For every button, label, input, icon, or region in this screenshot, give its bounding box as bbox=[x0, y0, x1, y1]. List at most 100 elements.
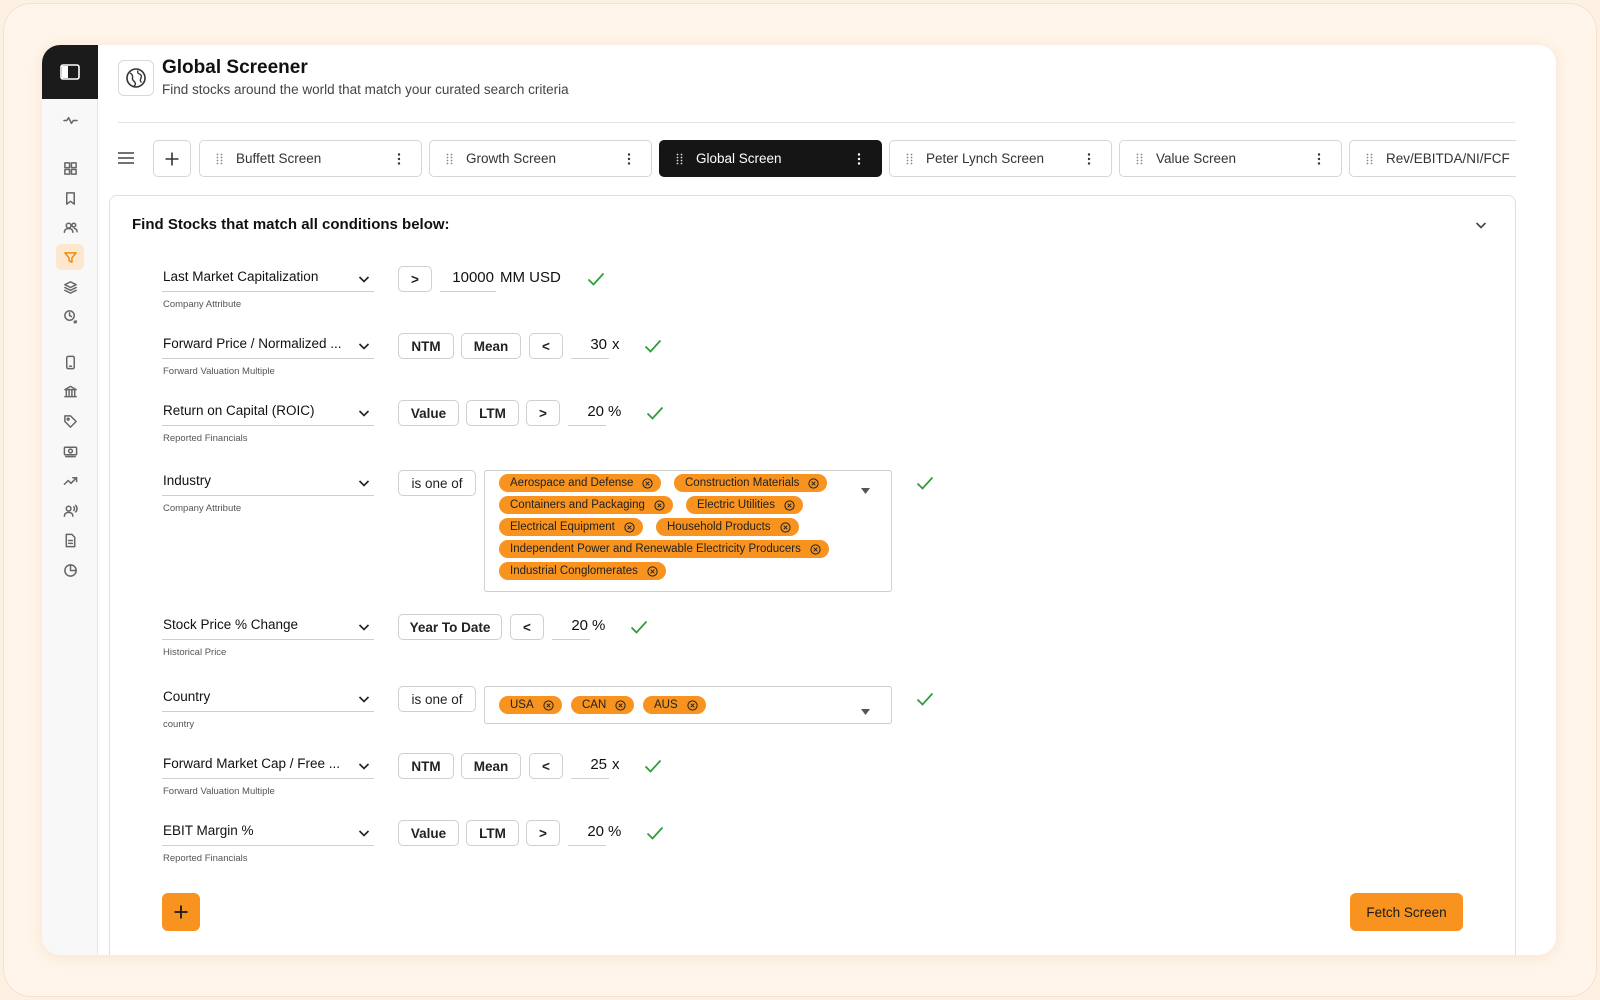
dropdown-caret-icon[interactable] bbox=[861, 481, 870, 494]
sidebar-item-tags[interactable] bbox=[56, 408, 84, 434]
drag-handle-icon[interactable] bbox=[906, 153, 914, 165]
tab-screen[interactable]: Peter Lynch Screen bbox=[889, 140, 1112, 177]
drag-handle-icon[interactable] bbox=[216, 153, 224, 165]
sidebar-item-screener[interactable] bbox=[56, 244, 84, 270]
field-select[interactable]: Industry bbox=[162, 470, 374, 496]
value-input[interactable]: 20 bbox=[568, 400, 606, 426]
stat-select[interactable]: Mean bbox=[461, 753, 521, 779]
field-select[interactable]: Last Market Capitalization bbox=[162, 266, 374, 292]
operator-select[interactable]: > bbox=[526, 820, 560, 846]
remove-chip-icon[interactable] bbox=[779, 521, 791, 533]
operator-select[interactable]: is one of bbox=[398, 470, 476, 496]
remove-chip-icon[interactable] bbox=[624, 521, 635, 533]
selected-chip[interactable]: CAN bbox=[571, 696, 635, 714]
operator-select[interactable]: < bbox=[529, 753, 563, 779]
selected-chip[interactable]: Electric Utilities bbox=[686, 496, 803, 514]
value-unit: % bbox=[608, 403, 622, 420]
remove-chip-icon[interactable] bbox=[654, 499, 665, 511]
sidebar-item-bookmarks[interactable] bbox=[56, 185, 84, 211]
value-input[interactable]: 25 bbox=[571, 753, 609, 779]
stat-select[interactable]: Value bbox=[398, 400, 459, 426]
sidebar-toggle-button[interactable] bbox=[42, 45, 98, 99]
chevron-down-icon bbox=[358, 343, 370, 350]
remove-chip-icon[interactable] bbox=[642, 477, 653, 489]
remove-chip-icon[interactable] bbox=[784, 499, 795, 511]
tab-screen[interactable]: Rev/EBITDA/NI/FCF bbox=[1349, 140, 1516, 177]
operator-select[interactable]: < bbox=[529, 333, 563, 359]
tabs-menu-button[interactable] bbox=[116, 148, 136, 168]
period-select[interactable]: Year To Date bbox=[398, 614, 502, 640]
period-select[interactable]: NTM bbox=[398, 753, 454, 779]
field-select[interactable]: Forward Price / Normalized ... bbox=[162, 333, 374, 359]
page-title: Global Screener bbox=[162, 57, 308, 78]
sidebar-item-history[interactable] bbox=[56, 303, 84, 329]
field-category: Forward Valuation Multiple bbox=[163, 786, 275, 797]
field-select[interactable]: Forward Market Cap / Free ... bbox=[162, 753, 374, 779]
selected-chip[interactable]: Independent Power and Renewable Electric… bbox=[499, 540, 829, 558]
sidebar-item-activity[interactable] bbox=[56, 107, 84, 133]
selected-chip[interactable]: USA bbox=[499, 696, 562, 714]
sidebar-item-layers[interactable] bbox=[56, 274, 84, 300]
field-name: Forward Price / Normalized ... bbox=[163, 336, 342, 351]
period-select[interactable]: LTM bbox=[466, 820, 519, 846]
drag-handle-icon[interactable] bbox=[1366, 153, 1374, 165]
tab-screen[interactable]: Buffett Screen bbox=[199, 140, 422, 177]
sidebar-item-institutions[interactable] bbox=[56, 378, 84, 404]
remove-chip-icon[interactable] bbox=[543, 699, 554, 711]
operator-select[interactable]: is one of bbox=[398, 686, 476, 712]
kebab-menu-icon[interactable] bbox=[1087, 152, 1091, 166]
kebab-menu-icon[interactable] bbox=[397, 152, 401, 166]
chip-label: USA bbox=[510, 699, 534, 711]
tab-screen[interactable]: Value Screen bbox=[1119, 140, 1342, 177]
period-select[interactable]: NTM bbox=[398, 333, 454, 359]
value-input[interactable]: 20 bbox=[552, 614, 590, 640]
field-select[interactable]: EBIT Margin % bbox=[162, 820, 374, 846]
sidebar-item-mobile[interactable] bbox=[56, 349, 84, 375]
remove-chip-icon[interactable] bbox=[687, 699, 698, 711]
field-select[interactable]: Country bbox=[162, 686, 374, 712]
stat-select[interactable]: Value bbox=[398, 820, 459, 846]
drag-handle-icon[interactable] bbox=[1136, 153, 1144, 165]
kebab-menu-icon[interactable] bbox=[627, 152, 631, 166]
remove-chip-icon[interactable] bbox=[647, 565, 658, 577]
value-input[interactable]: 20 bbox=[568, 820, 606, 846]
operator-select[interactable]: > bbox=[398, 266, 432, 292]
selected-chip[interactable]: Containers and Packaging bbox=[499, 496, 673, 514]
sidebar-item-people[interactable] bbox=[56, 214, 84, 240]
drag-handle-icon[interactable] bbox=[676, 153, 684, 165]
sidebar-item-cash[interactable] bbox=[56, 438, 84, 464]
field-category: Company Attribute bbox=[163, 299, 242, 310]
operator-select[interactable]: < bbox=[510, 614, 544, 640]
remove-chip-icon[interactable] bbox=[808, 477, 820, 489]
sidebar-item-speaker[interactable] bbox=[56, 497, 84, 523]
tab-screen[interactable]: Growth Screen bbox=[429, 140, 652, 177]
remove-chip-icon[interactable] bbox=[615, 699, 626, 711]
kebab-menu-icon[interactable] bbox=[1317, 152, 1321, 166]
operator-select[interactable]: > bbox=[526, 400, 560, 426]
sidebar-item-documents[interactable] bbox=[56, 527, 84, 553]
sidebar-item-allocation[interactable] bbox=[56, 557, 84, 583]
collapse-chevron-icon[interactable] bbox=[1474, 218, 1488, 232]
period-select[interactable]: LTM bbox=[466, 400, 519, 426]
selected-chip[interactable]: AUS bbox=[643, 696, 706, 714]
selected-chip[interactable]: Industrial Conglomerates bbox=[499, 562, 666, 580]
remove-chip-icon[interactable] bbox=[810, 543, 821, 555]
field-select[interactable]: Return on Capital (ROIC) bbox=[162, 400, 374, 426]
kebab-menu-icon[interactable] bbox=[857, 152, 861, 166]
sidebar-item-trends[interactable] bbox=[56, 467, 84, 493]
field-select[interactable]: Stock Price % Change bbox=[162, 614, 374, 640]
value-input[interactable]: 30 bbox=[571, 333, 609, 359]
add-screen-button[interactable] bbox=[153, 140, 191, 177]
drag-handle-icon[interactable] bbox=[446, 153, 454, 165]
selected-chip[interactable]: Electrical Equipment bbox=[499, 518, 643, 536]
selected-chip[interactable]: Construction Materials bbox=[674, 474, 828, 492]
tab-screen[interactable]: Global Screen bbox=[659, 140, 882, 177]
stat-select[interactable]: Mean bbox=[461, 333, 521, 359]
dropdown-caret-icon[interactable] bbox=[861, 702, 870, 715]
selected-chip[interactable]: Household Products bbox=[656, 518, 799, 536]
sidebar-item-dashboard[interactable] bbox=[56, 155, 84, 181]
selected-chip[interactable]: Aerospace and Defense bbox=[499, 474, 662, 492]
add-condition-button[interactable] bbox=[162, 893, 200, 931]
fetch-screen-button[interactable]: Fetch Screen bbox=[1350, 893, 1463, 931]
value-input[interactable]: 10000 bbox=[440, 266, 496, 292]
